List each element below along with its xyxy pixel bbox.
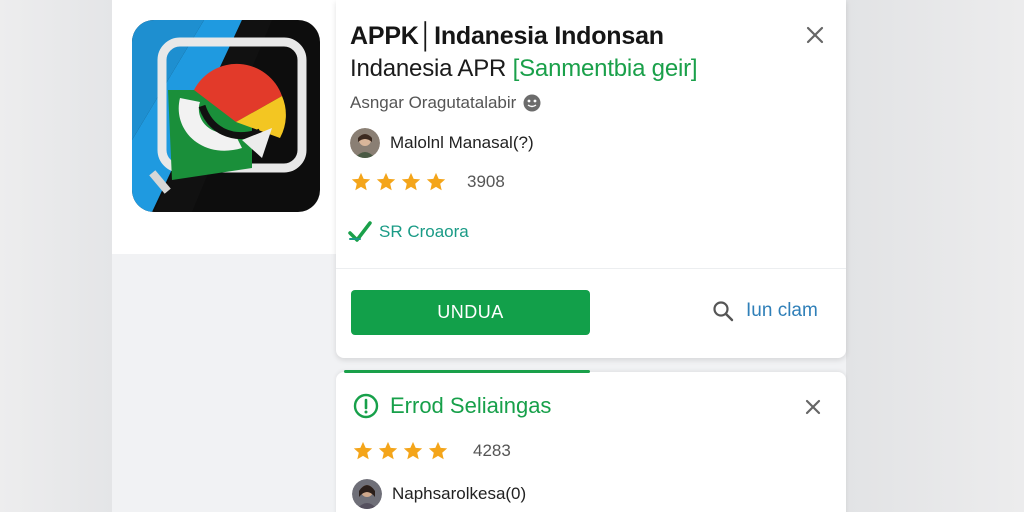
divider: [336, 268, 846, 269]
install-button[interactable]: UNDUA: [351, 290, 590, 335]
avatar: [350, 128, 380, 158]
star-icon: [403, 441, 423, 460]
star-icon: [378, 441, 398, 460]
author-row: Naphsarolkesa(0): [352, 479, 526, 509]
app-subtitle: Indanesia APR [Sanmentbia geir]: [350, 55, 698, 83]
rating-row: 4283: [352, 440, 511, 462]
author-row: Malolnl Manasal(?): [350, 128, 534, 158]
star-rating: [350, 171, 447, 193]
avatar: [352, 479, 382, 509]
background-right: [846, 0, 1024, 512]
star-rating: [352, 440, 449, 462]
star-icon: [426, 172, 446, 191]
star-icon: [376, 172, 396, 191]
star-icon: [428, 441, 448, 460]
verified-row: SR Croaora: [347, 220, 469, 244]
author-name: Malolnl Manasal(?): [390, 133, 534, 152]
close-icon[interactable]: [802, 396, 824, 418]
app-subtitle-accent: [Sanmentbia geir]: [512, 55, 698, 82]
author-name: Naphsarolkesa(0): [392, 484, 527, 503]
developer-line: Asngar Oragutatalabir: [350, 93, 542, 113]
developer-name: Asngar Oragutatalabir: [350, 93, 517, 112]
rating-count: 4283: [473, 441, 511, 460]
star-icon: [351, 172, 371, 191]
background-left: [0, 0, 112, 512]
star-icon: [401, 172, 421, 191]
info-icon[interactable]: [522, 93, 542, 113]
card2-title: Errod Seliaingas: [390, 393, 552, 418]
card-accent-bar: [344, 370, 590, 373]
search-link[interactable]: Iun clam: [712, 300, 818, 322]
app-title: APPK│Indanesia Indonsan: [350, 22, 664, 50]
card2-title-row: Errod Seliaingas: [352, 392, 551, 420]
search-link-label: Iun clam: [746, 300, 818, 321]
rating-count: 3908: [467, 172, 505, 191]
rating-row: 3908: [350, 171, 505, 193]
check-icon: [348, 221, 372, 242]
verified-label: SR Croaora: [379, 222, 469, 241]
search-icon: [713, 301, 734, 322]
star-icon: [353, 441, 373, 460]
app-icon[interactable]: [132, 20, 320, 212]
app-subtitle-main: Indanesia APR: [350, 55, 513, 82]
close-icon[interactable]: [802, 22, 828, 48]
alert-circle-icon: [353, 393, 379, 419]
